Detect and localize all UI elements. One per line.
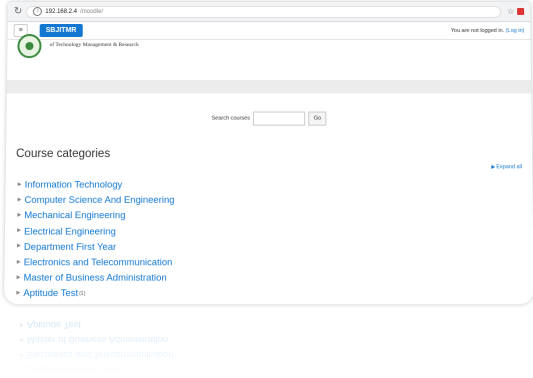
institute-logo-icon [17,34,42,59]
login-link[interactable]: (Log in) [506,28,525,34]
chevron-right-icon: ▶ [17,181,22,188]
browser-window: ↻ i 192.168.2.4/moodle/ ☆ ≡ SBJITMR You … [4,2,533,305]
bookmark-star-icon[interactable]: ☆ [507,7,514,16]
address-bar: ↻ i 192.168.2.4/moodle/ ☆ [7,2,531,23]
chevron-right-icon: ▶ [20,367,24,374]
site-navbar: ≡ SBJITMR You are not logged in. (Log in… [7,22,531,41]
chevron-right-icon: ▶ [16,258,21,265]
page-title: Course categories [16,147,111,161]
course-search: Search courses Go [6,111,531,126]
list-item[interactable]: ▶ Master of Business Administration [16,269,175,285]
reflection-content: ▶ Department First Year ▶ Electronics and … [20,318,174,378]
window-reflection: ▶ Department First Year ▶ Electronics and … [14,300,524,378]
reflection-item: ▶ Master of Business Administration [20,333,174,348]
reload-icon[interactable]: ↻ [14,5,23,16]
main-content: Search courses Go Course categories ▶Exp… [4,93,533,305]
category-label[interactable]: Mechanical Engineering [24,209,125,220]
reflection-item: ▶ Department First Year [20,363,174,378]
reflection-label: Aptitude Test [26,320,81,331]
list-item[interactable]: ▶ Computer Science And Engineering [17,192,175,207]
chevron-right-icon: ▶ [17,212,22,219]
category-label[interactable]: Aptitude Test [23,287,78,298]
chevron-right-icon: ▶ [17,196,22,203]
institute-name: of Technology Management & Research [49,42,139,49]
reflection-item: ▶ Electronics and Telecommunication [20,348,174,363]
expand-arrow-icon: ▶ [491,164,496,171]
chevron-right-icon: ▶ [20,322,24,329]
list-item[interactable]: ▶ Electronics and Telecommunication [17,254,176,270]
header-divider [6,81,532,94]
list-item[interactable]: ▶ Aptitude Test (1) [16,285,175,301]
extension-icon[interactable] [517,7,525,16]
url-field[interactable]: i 192.168.2.4/moodle/ [26,5,502,18]
chevron-right-icon: ▶ [16,243,21,250]
search-input[interactable] [253,111,306,126]
category-label[interactable]: Master of Business Administration [23,272,166,283]
list-item[interactable]: ▶ Mechanical Engineering [17,207,175,223]
category-list: ▶ Information Technology ▶ Computer Scienc… [16,176,175,300]
category-label[interactable]: Information Technology [25,179,123,190]
reflection-label: Department First Year [26,365,119,376]
search-label: Search courses [211,115,251,122]
category-label[interactable]: Computer Science And Engineering [24,194,174,205]
login-status: You are not logged in. (Log in) [451,28,525,34]
chevron-right-icon: ▶ [17,227,22,234]
login-status-text: You are not logged in. [450,27,505,34]
category-count: (1) [79,290,86,298]
go-button[interactable]: Go [308,111,327,126]
info-icon[interactable]: i [33,6,43,17]
chevron-right-icon: ▶ [20,352,24,359]
site-header: of Technology Management & Research [6,34,532,82]
list-item[interactable]: ▶ Department First Year [17,238,175,254]
expand-all-label: Expand all [496,164,523,171]
expand-all-link[interactable]: ▶Expand all [491,164,522,170]
chevron-right-icon: ▶ [16,274,21,281]
url-host: 192.168.2.4 [45,8,78,15]
category-label[interactable]: Electronics and Telecommunication [24,256,173,267]
list-item[interactable]: ▶ Electrical Engineering [17,223,175,239]
reflection-label: Master of Business Administration [26,335,169,346]
reflection-label: Electronics and Telecommunication [26,350,174,361]
list-item[interactable]: ▶ Information Technology [18,176,176,191]
chevron-right-icon: ▶ [16,289,21,296]
url-path: /moodle/ [79,8,104,15]
category-label[interactable]: Department First Year [24,241,116,252]
category-label[interactable]: Electrical Engineering [24,225,116,236]
reflection-item: ▶ Aptitude Test [20,318,174,333]
site-brand-button[interactable]: SBJITMR [39,24,83,38]
chevron-right-icon: ▶ [20,337,24,344]
